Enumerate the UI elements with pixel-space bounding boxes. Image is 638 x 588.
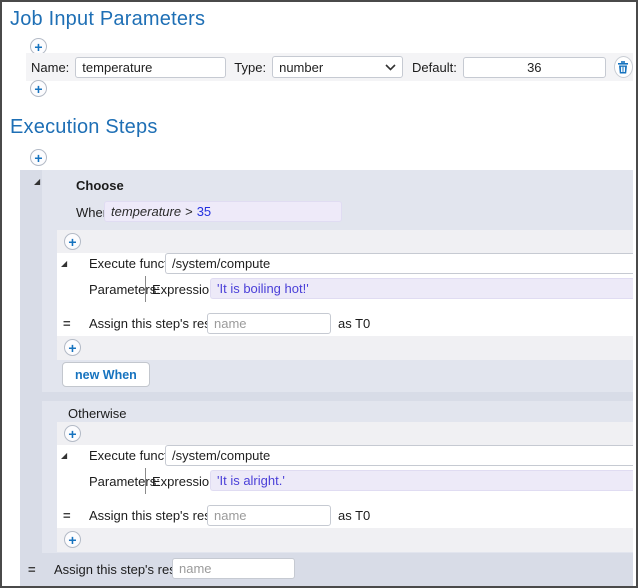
- assign-equals-sign: =: [63, 313, 71, 334]
- assign-equals-sign: =: [63, 505, 71, 526]
- parameter-default-input[interactable]: [463, 57, 606, 78]
- trash-icon: [617, 61, 629, 74]
- when-operator: >: [185, 202, 193, 221]
- assign-equals-sign: =: [28, 559, 36, 580]
- expression-input[interactable]: [210, 470, 633, 491]
- plus-icon: +: [68, 234, 76, 250]
- add-substep-button-top[interactable]: +: [64, 233, 81, 250]
- assign-result-name-input[interactable]: [207, 505, 331, 526]
- name-label: Name:: [31, 57, 69, 78]
- add-parameter-button-bottom[interactable]: +: [30, 80, 47, 97]
- step-add-strip: [57, 422, 633, 445]
- delete-parameter-button[interactable]: [614, 56, 633, 78]
- assign-as-type-label: as T0: [338, 505, 370, 526]
- parameters-divider: [145, 276, 146, 302]
- when-value: 35: [197, 202, 211, 221]
- parameters-label: Parameters:: [89, 471, 160, 492]
- function-path-input[interactable]: [165, 445, 633, 466]
- function-path-input[interactable]: [165, 253, 633, 274]
- otherwise-branch-step-panel: + ◢ Execute function Parameters: Express…: [57, 422, 633, 552]
- add-substep-button-bottom[interactable]: +: [64, 339, 81, 356]
- parameter-type-select[interactable]: number: [272, 56, 403, 78]
- expression-input[interactable]: [210, 278, 633, 299]
- step-add-strip: [57, 528, 633, 552]
- add-substep-button-bottom[interactable]: +: [64, 531, 81, 548]
- otherwise-label: Otherwise: [68, 403, 127, 424]
- job-input-parameters-heading: Job Input Parameters: [10, 8, 205, 31]
- collapse-choose-icon[interactable]: ◢: [34, 178, 40, 186]
- chevron-down-icon: [385, 64, 396, 71]
- collapse-step-icon[interactable]: ◢: [61, 260, 67, 268]
- assign-as-type-label: as T0: [338, 313, 370, 334]
- default-label: Default:: [412, 57, 457, 78]
- type-select-value: number: [279, 60, 323, 75]
- new-when-button[interactable]: new When: [62, 362, 150, 387]
- plus-icon: +: [68, 426, 76, 442]
- plus-icon: +: [68, 340, 76, 356]
- when-variable: temperature: [111, 202, 181, 221]
- job-configuration-page: Job Input Parameters + Name: Type: numbe…: [0, 0, 638, 588]
- parameters-divider: [145, 468, 146, 494]
- when-condition-input[interactable]: temperature > 35: [104, 201, 342, 222]
- parameter-row: Name: Type: number Default:: [26, 53, 633, 81]
- when-branch-step-panel: + ◢ Execute function Parameters: Express…: [57, 230, 633, 360]
- step-add-strip: [57, 336, 633, 360]
- plus-icon: +: [68, 532, 76, 548]
- add-substep-button-top[interactable]: +: [64, 425, 81, 442]
- execution-steps-heading: Execution Steps: [10, 116, 158, 139]
- type-label: Type:: [234, 57, 266, 78]
- step-add-strip: [57, 230, 633, 253]
- parameter-name-input[interactable]: [75, 57, 226, 78]
- assign-result-name-input[interactable]: [172, 558, 295, 579]
- choose-step-title: Choose: [76, 175, 124, 196]
- parameters-label: Parameters:: [89, 279, 160, 300]
- add-step-button-top[interactable]: +: [30, 149, 47, 166]
- branch-divider: [42, 392, 633, 401]
- collapse-step-icon[interactable]: ◢: [61, 452, 67, 460]
- plus-icon: +: [34, 81, 42, 97]
- plus-icon: +: [34, 150, 42, 166]
- assign-result-name-input[interactable]: [207, 313, 331, 334]
